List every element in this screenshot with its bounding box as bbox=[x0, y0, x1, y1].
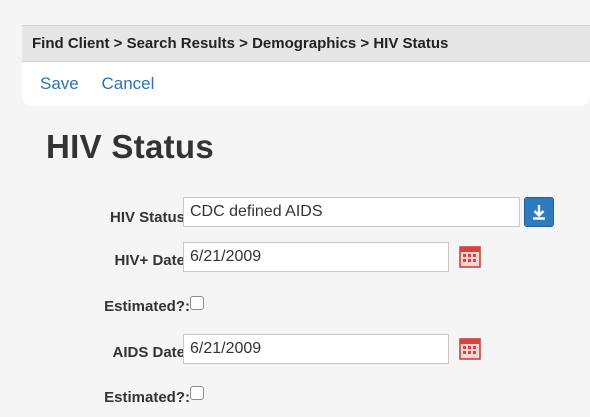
calendar-icon[interactable] bbox=[459, 246, 481, 268]
action-bar: Save Cancel bbox=[22, 62, 590, 106]
calendar-icon[interactable] bbox=[459, 338, 481, 360]
hiv-estimated-label: Estimated?: bbox=[104, 298, 190, 315]
hiv-status-label: HIV Status: bbox=[109, 209, 190, 226]
hiv-estimated-checkbox[interactable] bbox=[190, 296, 204, 310]
page-title: HIV Status bbox=[46, 128, 215, 165]
aids-estimated-checkbox[interactable] bbox=[190, 386, 204, 400]
hiv-status-select[interactable]: CDC defined AIDS bbox=[183, 197, 520, 227]
form-area: HIV Status HIV Status: CDC defined AIDS … bbox=[22, 106, 590, 417]
aids-estimated-label: Estimated?: bbox=[104, 389, 190, 406]
save-button[interactable]: Save bbox=[40, 74, 79, 93]
breadcrumb: Find Client > Search Results > Demograph… bbox=[22, 25, 590, 62]
download-arrow-icon bbox=[533, 205, 545, 220]
cancel-button[interactable]: Cancel bbox=[101, 74, 154, 93]
aids-date-input[interactable]: 6/21/2009 bbox=[183, 334, 449, 364]
hiv-date-label: HIV+ Date: bbox=[114, 252, 190, 269]
hiv-date-input[interactable]: 6/21/2009 bbox=[183, 242, 449, 272]
aids-date-label: AIDS Date: bbox=[112, 344, 190, 361]
hiv-status-dropdown-button[interactable] bbox=[524, 197, 554, 227]
